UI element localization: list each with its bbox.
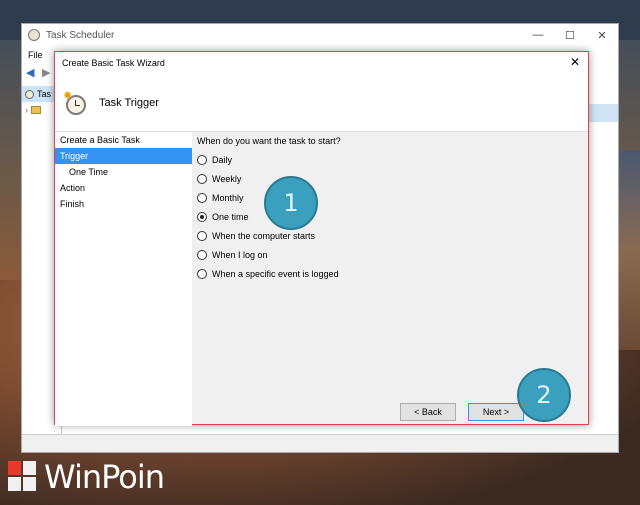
step-trigger: Trigger [55, 148, 192, 164]
step-create-basic-task: Create a Basic Task [60, 135, 140, 145]
wizard-title: Create Basic Task Wizard [62, 58, 165, 68]
wizard-header-title: Task Trigger [99, 96, 159, 109]
tree-node-label: Tas [37, 89, 52, 99]
radio-event-logged[interactable] [197, 268, 207, 279]
radio-one-time[interactable] [197, 211, 207, 222]
actions-pane [588, 104, 618, 294]
step-action: Action [60, 183, 86, 193]
logo-text: WinPoin [44, 458, 165, 496]
back-button[interactable]: < Back [400, 403, 456, 421]
radio-monthly[interactable] [197, 192, 207, 203]
menu-file[interactable]: File [28, 50, 43, 60]
radio-log-on[interactable] [197, 249, 207, 260]
radio-computer-starts[interactable] [197, 230, 207, 241]
radio-weekly[interactable] [197, 173, 207, 184]
wizard-header: ✸ Task Trigger [55, 74, 588, 132]
task-clock-icon: ✸ [63, 90, 87, 115]
option-event-logged[interactable]: When a specific event is logged [197, 264, 341, 283]
option-weekly[interactable]: Weekly [197, 169, 341, 188]
wizard-steps: Create a Basic Task Trigger One Time Act… [55, 132, 192, 426]
expand-chevron-icon[interactable]: › [25, 105, 28, 115]
close-button[interactable]: ✕ [586, 24, 618, 46]
radio-daily[interactable] [197, 154, 207, 165]
window-title: Task Scheduler [46, 29, 115, 41]
wizard-close-button[interactable]: ✕ [568, 55, 582, 69]
status-bar [22, 434, 618, 452]
actions-header [588, 104, 618, 122]
wizard-titlebar: Create Basic Task Wizard [55, 52, 588, 74]
next-button[interactable]: Next > [468, 403, 524, 421]
option-daily[interactable]: Daily [197, 150, 341, 169]
window-controls: — ☐ ✕ [522, 24, 618, 46]
annotation-badge-1: 1 [264, 176, 318, 230]
minimize-button[interactable]: — [522, 24, 554, 46]
create-basic-task-wizard: Create Basic Task Wizard ✕ ✸ Task Trigge… [54, 51, 589, 426]
step-finish: Finish [60, 199, 85, 209]
folder-icon [31, 106, 41, 114]
clock-icon [25, 89, 34, 99]
trigger-question: When do you want the task to start? [197, 136, 341, 146]
annotation-badge-2: 2 [517, 368, 571, 422]
task-scheduler-icon [28, 29, 40, 41]
step-one-time: One Time [69, 167, 109, 177]
forward-arrow-icon[interactable]: ▶ [42, 68, 54, 79]
winpoin-logo: WinPoin [8, 458, 165, 496]
option-computer-starts[interactable]: When the computer starts [197, 226, 341, 245]
option-log-on[interactable]: When I log on [197, 245, 341, 264]
windows-logo-icon [8, 461, 38, 493]
maximize-button[interactable]: ☐ [554, 24, 586, 46]
back-arrow-icon[interactable]: ◀ [26, 68, 38, 79]
